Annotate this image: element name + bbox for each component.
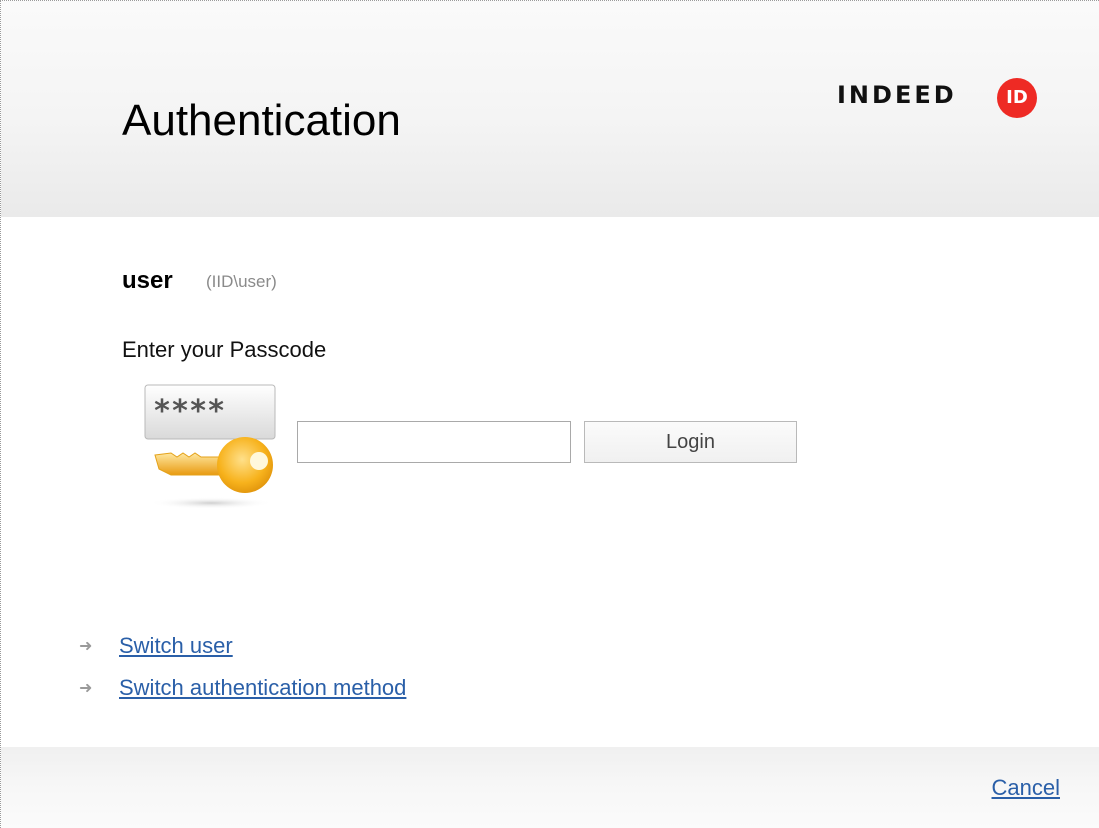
indeed-id-logo: INDEED ID: [837, 78, 1061, 122]
auth-window: Authentication INDEED ID user (IID\user)…: [0, 0, 1099, 828]
switch-authentication-method-link[interactable]: Switch authentication method: [119, 675, 406, 701]
header: Authentication INDEED ID: [1, 1, 1099, 217]
logo-text: INDEED: [837, 81, 957, 109]
key-icon: ****: [144, 384, 276, 509]
user-name: user: [122, 267, 173, 294]
logo-badge: ID: [997, 78, 1037, 118]
switch-method-row: ➜ Switch authentication method: [79, 667, 406, 709]
cancel-link[interactable]: Cancel: [992, 775, 1060, 801]
page-title: Authentication: [122, 96, 401, 145]
login-button[interactable]: Login: [584, 421, 797, 463]
user-domain: (IID\user): [206, 272, 277, 291]
passcode-input[interactable]: [297, 421, 571, 463]
passcode-prompt: Enter your Passcode: [122, 337, 327, 362]
key-graphic-text: ****: [153, 394, 225, 429]
arrow-right-icon: ➜: [79, 638, 93, 655]
arrow-right-icon: ➜: [79, 680, 93, 697]
switch-user-row: ➜ Switch user: [79, 625, 406, 667]
alternate-actions: ➜ Switch user ➜ Switch authentication me…: [79, 625, 406, 709]
footer: Cancel: [1, 747, 1099, 828]
switch-user-link[interactable]: Switch user: [119, 633, 233, 659]
